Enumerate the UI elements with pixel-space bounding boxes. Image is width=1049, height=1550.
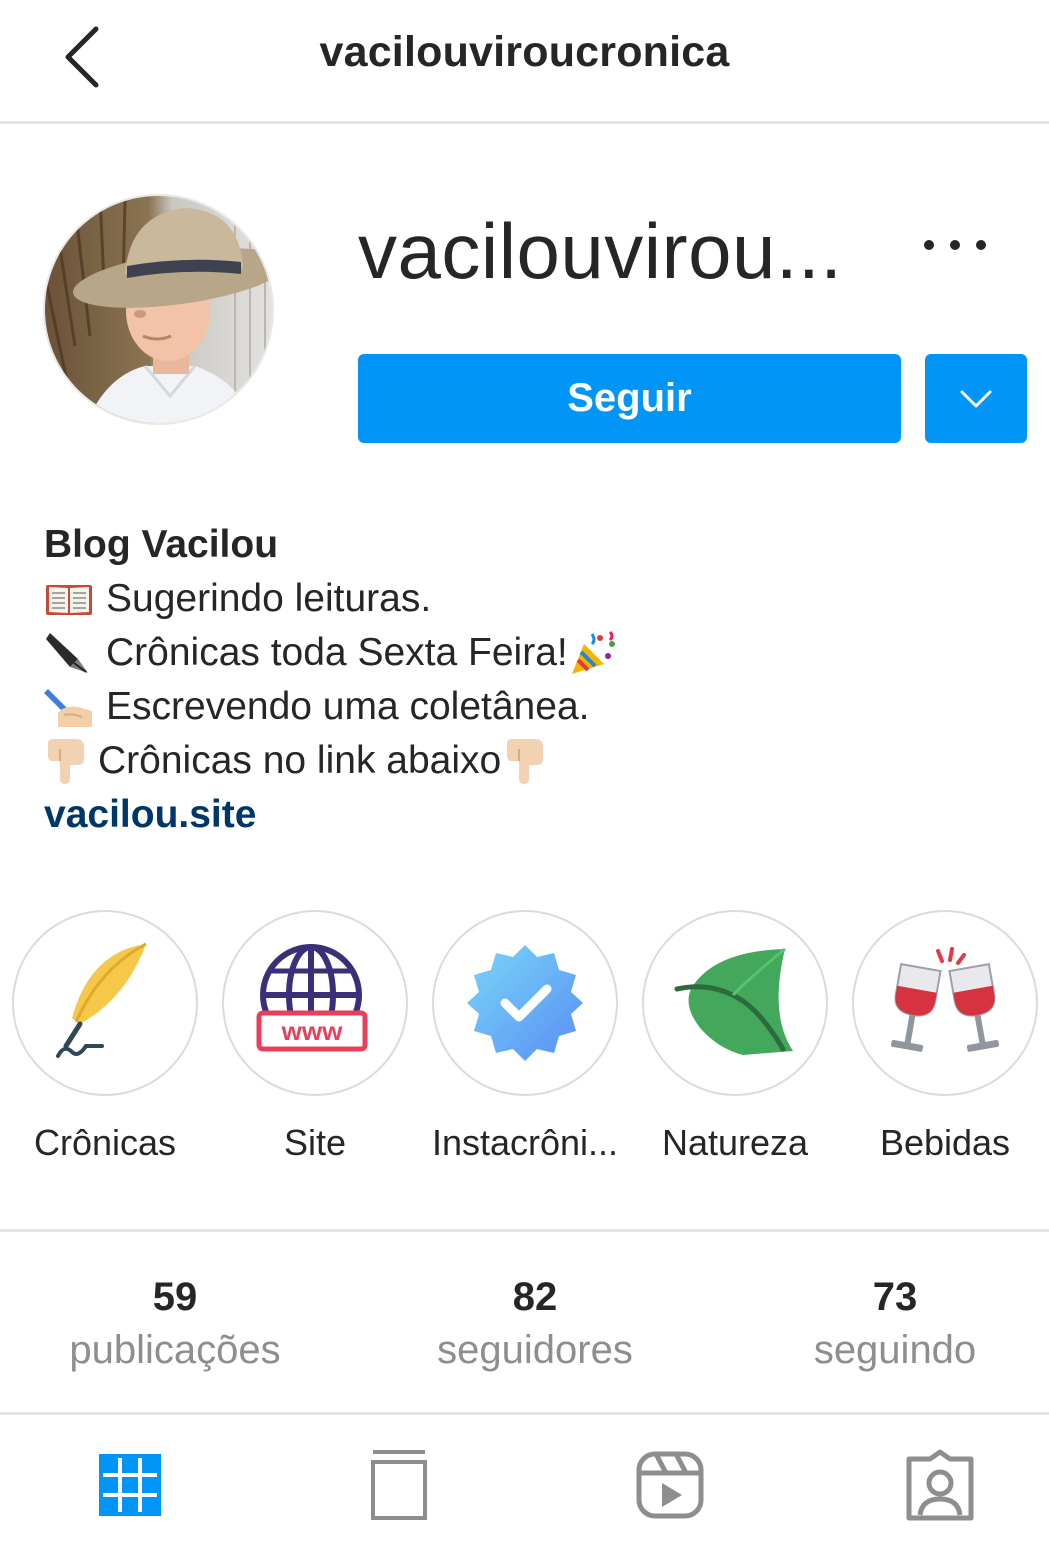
profile-content-tabs bbox=[0, 1418, 1049, 1550]
suggested-accounts-dropdown-button[interactable] bbox=[925, 354, 1027, 443]
profile-stats: 59 publicações 82 seguidores 73 seguindo bbox=[0, 1229, 1049, 1415]
party-popper-emoji bbox=[570, 630, 622, 675]
story-highlight-instacronicas[interactable]: Instacrôni... bbox=[425, 910, 625, 1164]
page-title: vacilouviroucronica bbox=[319, 28, 730, 76]
fountain-pen-emoji bbox=[44, 631, 96, 675]
follow-button-label: Seguir bbox=[567, 376, 692, 420]
highlight-label: Natureza bbox=[661, 1122, 809, 1163]
profile-username: vacilouvirou... bbox=[358, 207, 843, 295]
stat-posts[interactable]: 59 publicações bbox=[15, 1272, 335, 1378]
top-bar: vacilouviroucronica bbox=[0, 0, 1049, 124]
tab-reels[interactable] bbox=[625, 1440, 715, 1530]
highlight-cover bbox=[12, 910, 198, 1096]
tab-igtv[interactable] bbox=[354, 1440, 444, 1530]
reels-icon bbox=[636, 1451, 704, 1519]
bio-website-link[interactable]: vacilou.site bbox=[44, 788, 1004, 842]
quill-feather-icon bbox=[56, 942, 147, 1058]
highlight-label: Bebidas bbox=[879, 1122, 1011, 1163]
highlight-label: Instacrôni... bbox=[431, 1122, 619, 1163]
pointing-down-emoji bbox=[44, 739, 96, 784]
bio-line: Escrevendo uma coletânea. bbox=[44, 680, 1004, 734]
highlight-cover bbox=[432, 910, 618, 1096]
follow-button[interactable]: Seguir bbox=[358, 354, 901, 443]
igtv-icon bbox=[371, 1450, 427, 1520]
stat-value: 73 bbox=[872, 1275, 918, 1319]
avatar-photo bbox=[45, 196, 272, 423]
chevron-down-icon bbox=[960, 390, 992, 407]
story-highlight-bebidas[interactable]: Bebidas bbox=[845, 910, 1045, 1164]
story-highlight-natureza[interactable]: Natureza bbox=[635, 910, 835, 1164]
stat-label: publicações bbox=[69, 1328, 281, 1372]
profile-avatar[interactable] bbox=[43, 194, 274, 425]
stat-followers[interactable]: 82 seguidores bbox=[375, 1272, 695, 1378]
stat-value: 82 bbox=[512, 1275, 558, 1319]
more-horizontal-icon bbox=[924, 240, 934, 250]
highlight-label: Crônicas bbox=[33, 1122, 177, 1163]
tab-tagged[interactable] bbox=[895, 1440, 985, 1530]
more-horizontal-icon bbox=[950, 240, 960, 250]
highlight-cover bbox=[852, 910, 1038, 1096]
highlight-cover: www bbox=[222, 910, 408, 1096]
story-highlight-cronicas[interactable]: Crônicas bbox=[5, 910, 205, 1164]
bio-line: Crônicas toda Sexta Feira! bbox=[44, 626, 1004, 680]
svg-text:www: www bbox=[281, 1016, 343, 1046]
highlight-label: Site bbox=[283, 1122, 347, 1163]
stat-following[interactable]: 73 seguindo bbox=[735, 1272, 1049, 1378]
more-horizontal-icon bbox=[976, 240, 986, 250]
www-globe-icon: www bbox=[256, 944, 368, 1052]
open-book-emoji bbox=[44, 577, 96, 621]
grid-icon bbox=[99, 1454, 161, 1516]
more-options-button[interactable] bbox=[918, 222, 992, 268]
verified-badge-icon bbox=[467, 945, 583, 1061]
profile-bio: Blog Vacilou Sugerindo leituras. Crônica… bbox=[44, 518, 1004, 842]
stat-label: seguindo bbox=[813, 1328, 977, 1372]
full-name: Blog Vacilou bbox=[44, 523, 279, 566]
leaf-icon bbox=[674, 947, 793, 1055]
tab-grid[interactable] bbox=[85, 1440, 175, 1530]
wine-glasses-toast-icon bbox=[890, 947, 1000, 1052]
story-highlight-site[interactable]: www Site bbox=[215, 910, 415, 1164]
stat-label: seguidores bbox=[437, 1328, 633, 1372]
stat-value: 59 bbox=[152, 1275, 198, 1319]
bio-line: Sugerindo leituras. bbox=[44, 572, 1004, 626]
bio-line: Crônicas no link abaixo bbox=[44, 734, 1004, 788]
highlight-cover bbox=[642, 910, 828, 1096]
tagged-user-icon bbox=[906, 1449, 974, 1521]
pointing-down-emoji bbox=[503, 739, 555, 784]
writing-hand-emoji bbox=[44, 685, 96, 729]
